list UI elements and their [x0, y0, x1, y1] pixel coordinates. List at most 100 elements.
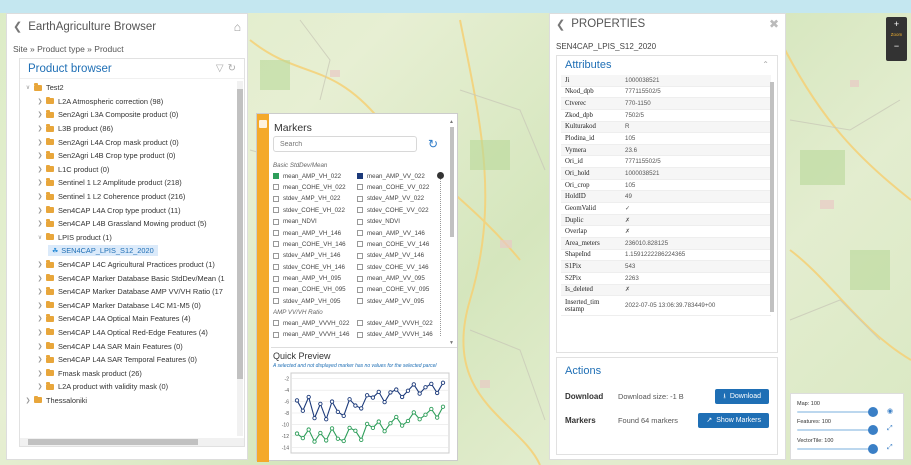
tree-item[interactable]: ❯ Sentinel 1 L2 Coherence product (216) [20, 190, 238, 204]
tree-item[interactable]: ❯ Sen4CAP Marker Database L4C M1-M5 (0) [20, 299, 238, 313]
checkbox[interactable] [273, 331, 279, 338]
tree-item[interactable]: ❯ L2A Atmospheric correction (98) [20, 95, 238, 109]
pin-icon[interactable] [259, 120, 267, 128]
marker-checkbox-item[interactable]: mean_AMP_VV_095 [357, 274, 441, 284]
checkbox[interactable] [357, 184, 363, 191]
checkbox[interactable] [357, 264, 363, 271]
tree-item[interactable]: ❯ Sen4CAP Marker Database AMP VV/VH Ratio… [20, 285, 238, 299]
checkbox[interactable] [357, 298, 363, 305]
chevron-right-icon[interactable]: ❯ [36, 98, 44, 105]
marker-checkbox-item[interactable]: mean_COHE_VV_095 [357, 285, 441, 295]
chevron-right-icon[interactable]: ❯ [36, 315, 44, 322]
checkbox[interactable] [357, 218, 363, 225]
expand-icon[interactable]: ⤢ [887, 444, 893, 452]
marker-checkbox-item[interactable]: mean_COHE_VH_022 [273, 182, 357, 192]
show-markers-button[interactable]: ↗ Show Markers [698, 412, 769, 428]
chevron-down-icon[interactable]: ∨ [24, 84, 32, 91]
marker-checkbox-item[interactable]: mean_COHE_VV_146 [357, 239, 441, 249]
eye-icon[interactable]: ◉ [887, 407, 893, 415]
checkbox[interactable] [273, 264, 279, 271]
chevron-right-icon[interactable]: ❯ [36, 125, 44, 132]
marker-checkbox-item[interactable]: stdev_AMP_VH_146 [273, 251, 357, 261]
chevron-right-icon[interactable]: ❯ [36, 139, 44, 146]
slider-knob[interactable] [868, 444, 878, 454]
markers-search-input[interactable] [273, 136, 417, 152]
tree-leaf-selected[interactable]: ☘ SEN4CAP_LPIS_S12_2020 [48, 245, 158, 257]
checkbox[interactable] [273, 195, 279, 202]
tree-item[interactable]: ∨ LPIS product (1) [20, 231, 238, 245]
filter-icon[interactable]: ▽ [216, 63, 224, 74]
chevron-down-icon[interactable]: ∨ [36, 234, 44, 241]
marker-checkbox-item[interactable]: mean_AMP_VH_146 [273, 228, 357, 238]
chevron-right-icon[interactable]: ❯ [36, 193, 44, 200]
tree-item[interactable]: ❯ Sen4CAP L4A Optical Main Features (4) [20, 312, 238, 326]
checkbox[interactable] [273, 218, 279, 225]
chevron-right-icon[interactable]: ❯ [36, 207, 44, 214]
chevron-right-icon[interactable]: ❯ [36, 383, 44, 390]
marker-checkbox-item[interactable]: stdev_COHE_VV_022 [357, 205, 441, 215]
checkbox[interactable] [273, 286, 279, 293]
marker-checkbox-item[interactable]: stdev_AMP_VV_022 [357, 194, 441, 204]
checkbox[interactable] [357, 195, 363, 202]
chevron-right-icon[interactable]: ❯ [36, 111, 44, 118]
chevron-right-icon[interactable]: ❯ [36, 152, 44, 159]
attributes-header[interactable]: Attributes ⌃ [557, 56, 777, 73]
marker-checkbox-item[interactable]: stdev_COHE_VH_022 [273, 205, 357, 215]
chevron-right-icon[interactable]: ❯ [24, 397, 32, 404]
tree-item[interactable]: ❯ Sen2Agri L3A Composite product (0) [20, 108, 238, 122]
tree-item[interactable]: ❯ L2A product with validity mask (0) [20, 380, 238, 394]
tree-vertical-scrollbar[interactable] [237, 81, 243, 436]
chevron-up-icon[interactable]: ⌃ [762, 60, 769, 69]
checkbox[interactable] [273, 173, 279, 180]
marker-checkbox-item[interactable]: mean_COHE_VH_146 [273, 239, 357, 249]
chevron-right-icon[interactable]: ❯ [36, 288, 44, 295]
tree-item[interactable]: ❯ Sentinel 1 L2 Amplitude product (218) [20, 176, 238, 190]
tree-item[interactable]: ❯ Sen4CAP L4B Grassland Mowing product (5… [20, 217, 238, 231]
checkbox[interactable] [273, 207, 279, 214]
checkbox[interactable] [273, 320, 279, 327]
marker-checkbox-item[interactable]: stdev_AMP_VH_095 [273, 296, 357, 306]
tree-item[interactable]: ❯ Thessaloniki [20, 394, 238, 408]
layer-opacity-slider[interactable] [797, 425, 878, 435]
tree-horizontal-scrollbar[interactable] [20, 438, 244, 446]
chevron-right-icon[interactable]: ❯ [36, 220, 44, 227]
marker-checkbox-item[interactable]: mean_AMP_VVVH_022 [273, 318, 357, 328]
chevron-right-icon[interactable]: ❯ [36, 370, 44, 377]
marker-checkbox-item[interactable]: stdev_NDVI [357, 217, 441, 227]
marker-checkbox-item[interactable]: mean_NDVI [273, 217, 357, 227]
checkbox[interactable] [357, 320, 363, 327]
home-icon[interactable]: ⌂ [234, 20, 241, 34]
marker-checkbox-item[interactable]: stdev_AMP_VV_146 [357, 251, 441, 261]
zoom-in-button[interactable]: + [886, 17, 907, 31]
markers-panel-sidebar[interactable] [257, 114, 269, 462]
checkbox[interactable] [273, 252, 279, 259]
marker-checkbox-item[interactable]: stdev_AMP_VVVH_146 [357, 330, 441, 340]
tree-item[interactable]: ❯ Sen4CAP L4C Agricultural Practices prod… [20, 258, 238, 272]
tree-item[interactable]: ❯ Sen2Agri L4B Crop type product (0) [20, 149, 238, 163]
tree-item[interactable]: ❯ Sen4CAP L4A SAR Temporal Features (0) [20, 353, 238, 367]
chevron-right-icon[interactable]: ❯ [36, 166, 44, 173]
marker-checkbox-item[interactable]: mean_AMP_VH_095 [273, 274, 357, 284]
download-button[interactable]: ⭳ Download [715, 388, 769, 404]
checkbox[interactable] [357, 173, 363, 180]
marker-range-slider[interactable] [437, 172, 444, 336]
checkbox[interactable] [357, 252, 363, 259]
tree-item[interactable]: ❯ Sen4CAP Marker Database Basic StdDev/Me… [20, 271, 238, 285]
marker-checkbox-item[interactable]: mean_COHE_VH_095 [273, 285, 357, 295]
close-icon[interactable]: ✖ [769, 17, 779, 31]
checkbox[interactable] [357, 331, 363, 338]
checkbox[interactable] [357, 230, 363, 236]
marker-checkbox-item[interactable]: mean_COHE_VV_022 [357, 182, 441, 192]
slider-knob[interactable] [868, 425, 878, 435]
expand-icon[interactable]: ⤢ [887, 425, 893, 433]
marker-checkbox-item[interactable]: mean_AMP_VV_022 [357, 171, 441, 181]
markers-scrollbar[interactable]: ▲ ▼ [449, 119, 455, 347]
checkbox[interactable] [357, 241, 363, 248]
marker-checkbox-item[interactable]: mean_AMP_VH_022 [273, 171, 357, 181]
checkbox[interactable] [273, 230, 279, 236]
chevron-right-icon[interactable]: ❯ [36, 261, 44, 268]
chevron-right-icon[interactable]: ❯ [36, 179, 44, 186]
checkbox[interactable] [273, 241, 279, 248]
chevron-right-icon[interactable]: ❯ [36, 302, 44, 309]
marker-checkbox-item[interactable]: stdev_AMP_VVVH_022 [357, 318, 441, 328]
